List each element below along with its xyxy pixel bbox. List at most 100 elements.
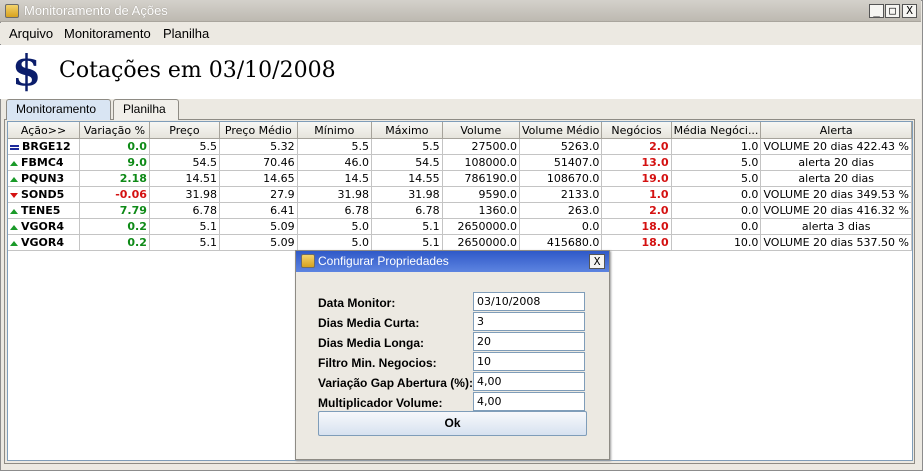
table-cell: 5.0 [297, 234, 372, 251]
stock-symbol: SOND5 [21, 188, 65, 201]
table-cell: 5.1 [149, 234, 220, 251]
close-button[interactable]: X [902, 4, 917, 18]
table-cell: 5.32 [219, 138, 298, 155]
table-row[interactable]: FBMC4 9.0 54.5 70.46 46.0 54.5 108000.0 51407.0… [8, 154, 912, 171]
table-cell: 31.98 [297, 186, 372, 203]
table-cell: 10.0 [671, 234, 762, 251]
table-cell: 14.5 [297, 170, 372, 187]
table-cell: 6.78 [297, 202, 372, 219]
table-cell: 5.5 [149, 138, 220, 155]
menu-monitoramento[interactable]: Monitoramento [64, 26, 151, 41]
table-cell: 6.78 [149, 202, 220, 219]
trend-up-icon [10, 176, 18, 182]
table-cell: 31.98 [149, 186, 220, 203]
multiplicador-volume-field[interactable]: 4,00 [473, 392, 585, 411]
column-header[interactable]: Volume Médio [519, 122, 603, 139]
column-header[interactable]: Média Negóci... [671, 122, 762, 139]
table-row[interactable]: TENE5 7.79 6.78 6.41 6.78 6.78 1360.0 263.0 2.0 0… [8, 202, 912, 219]
trend-up-icon [10, 160, 18, 166]
table-cell: 18.0 [601, 234, 672, 251]
table-cell: 14.65 [219, 170, 298, 187]
stock-symbol-cell: PQUN3 [8, 170, 81, 187]
stock-symbol-cell: SOND5 [8, 186, 81, 203]
table-cell: 0.2 [79, 218, 150, 235]
dias-media-curta-field[interactable]: 3 [473, 312, 585, 331]
table-cell: 46.0 [297, 154, 372, 171]
table-cell: 5.1 [371, 234, 443, 251]
stock-symbol-cell: TENE5 [8, 202, 81, 219]
data-monitor-field[interactable]: 03/10/2008 [473, 292, 585, 311]
table-cell: 54.5 [371, 154, 443, 171]
table-cell: 0.0 [79, 138, 150, 155]
table-cell: 5.0 [297, 218, 372, 235]
table-cell: 1360.0 [442, 202, 520, 219]
trend-up-icon [10, 224, 18, 230]
table-cell: 0.0 [671, 186, 762, 203]
table-cell: 2133.0 [519, 186, 603, 203]
column-header[interactable]: Máximo [371, 122, 443, 139]
label-data-monitor: Data Monitor: [318, 296, 396, 310]
variacao-gap-abertura-field[interactable]: 4,00 [473, 372, 585, 391]
table-cell: VOLUME 20 dias 422.43 % [760, 138, 912, 155]
table-cell: 2650000.0 [442, 218, 520, 235]
label-filtro-min-negocios: Filtro Min. Negocios: [318, 356, 437, 370]
column-header[interactable]: Ação>> [8, 122, 81, 139]
column-header[interactable]: Variação % [79, 122, 150, 139]
column-header[interactable]: Alerta [760, 122, 912, 139]
filtro-min-negocios-field[interactable]: 10 [473, 352, 585, 371]
ok-button[interactable]: Ok [318, 411, 587, 436]
column-header[interactable]: Preço [149, 122, 220, 139]
menu-planilha[interactable]: Planilha [163, 26, 209, 41]
table-cell: -0.06 [79, 186, 150, 203]
table-row[interactable]: VGOR4 0.2 5.1 5.09 5.0 5.1 2650000.0 415680.0 18… [8, 234, 912, 251]
menu-arquivo[interactable]: Arquivo [9, 26, 53, 41]
table-row[interactable]: SOND5 -0.06 31.98 27.9 31.98 31.98 9590.0 2133.… [8, 186, 912, 203]
stock-symbol: VGOR4 [21, 220, 65, 233]
table-cell: 5.5 [297, 138, 372, 155]
table-cell: 14.51 [149, 170, 220, 187]
table-cell: alerta 20 dias [760, 170, 912, 187]
table-cell: 9590.0 [442, 186, 520, 203]
table-cell: 13.0 [601, 154, 672, 171]
column-header[interactable]: Preço Médio [219, 122, 298, 139]
table-cell: 2650000.0 [442, 234, 520, 251]
stock-symbol-cell: VGOR4 [8, 234, 81, 251]
label-multiplicador-volume: Multiplicador Volume: [318, 396, 443, 410]
trend-flat-icon [10, 144, 19, 150]
column-header[interactable]: Negócios [601, 122, 672, 139]
tab-monitoramento[interactable]: Monitoramento [6, 99, 111, 120]
table-cell: 1.0 [671, 138, 762, 155]
stock-symbol: PQUN3 [21, 172, 65, 185]
table-row[interactable]: VGOR4 0.2 5.1 5.09 5.0 5.1 2650000.0 0.0 18.0 0.0… [8, 218, 912, 235]
dialog-close-button[interactable]: X [589, 254, 605, 269]
table-cell: 108670.0 [519, 170, 603, 187]
column-header[interactable]: Mínimo [297, 122, 372, 139]
table-cell: 27500.0 [442, 138, 520, 155]
table-cell: 70.46 [219, 154, 298, 171]
table-cell: 5.0 [671, 154, 762, 171]
stock-symbol-cell: VGOR4 [8, 218, 81, 235]
maximize-button[interactable]: □ [885, 4, 900, 18]
table-cell: 5.5 [371, 138, 443, 155]
table-cell: 263.0 [519, 202, 603, 219]
column-header[interactable]: Volume [442, 122, 520, 139]
minimize-button[interactable]: _ [869, 4, 884, 18]
label-dias-media-longa: Dias Media Longa: [318, 336, 425, 350]
quotes-table: Ação>> Variação % Preço Preço Médio Míni… [8, 122, 912, 251]
table-cell: 5.09 [219, 218, 298, 235]
table-cell: 5.0 [671, 170, 762, 187]
stock-symbol: VGOR4 [21, 236, 65, 249]
table-row[interactable]: PQUN3 2.18 14.51 14.65 14.5 14.55 786190.0 1086… [8, 170, 912, 187]
table-cell: VOLUME 20 dias 349.53 % [760, 186, 912, 203]
dialog-title: Configurar Propriedades [318, 254, 449, 268]
table-cell: 6.41 [219, 202, 298, 219]
table-cell: 0.0 [671, 202, 762, 219]
table-row[interactable]: BRGE12 0.0 5.5 5.32 5.5 5.5 27500.0 5263.0 2.0 1.… [8, 138, 912, 155]
stock-symbol-cell: BRGE12 [8, 138, 81, 155]
tab-planilha[interactable]: Planilha [113, 99, 179, 120]
trend-up-icon [10, 208, 18, 214]
dias-media-longa-field[interactable]: 20 [473, 332, 585, 351]
stock-symbol: BRGE12 [22, 140, 71, 153]
java-dialog-icon [301, 254, 315, 268]
table-cell: 108000.0 [442, 154, 520, 171]
